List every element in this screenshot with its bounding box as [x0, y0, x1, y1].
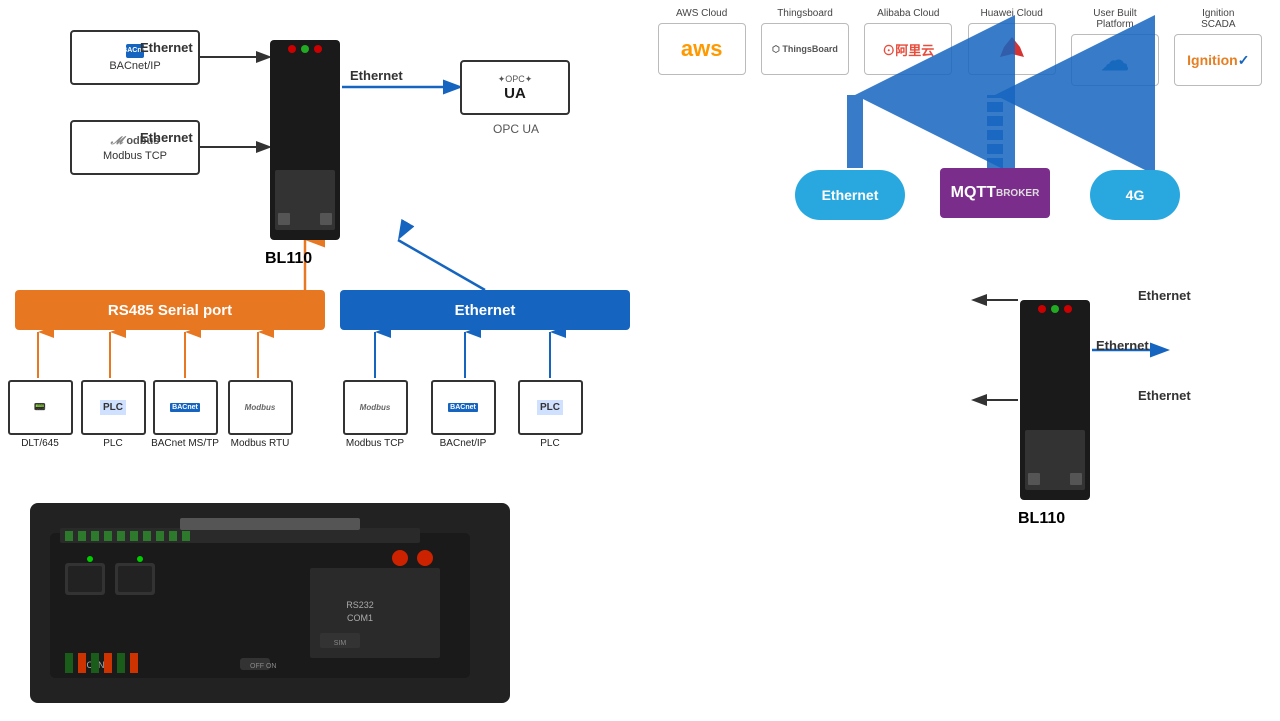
- left-diagram: BACnet BACnet/IP Ethernet 𝓜 odbus Modbus…: [0, 0, 640, 480]
- userbuilt-box: ☁: [1071, 34, 1159, 86]
- dlt-icon: 📟: [8, 380, 73, 435]
- bacnet-box: BACnet BACnet/IP: [70, 30, 200, 85]
- rs485-label: RS485 Serial port: [108, 302, 232, 319]
- huawei-svg: [992, 32, 1032, 67]
- ignition-logo: Ignition✓: [1187, 52, 1249, 69]
- device-photo: RS232 COM1 SIM DC IN OFF ON: [30, 503, 510, 703]
- bacnet-ip-icon: BACnet: [431, 380, 496, 435]
- mqtt-sub: BROKER: [996, 188, 1039, 199]
- modbus-tcp-label: Modbus TCP: [340, 438, 410, 449]
- device-photo-area: RS232 COM1 SIM DC IN OFF ON: [0, 490, 540, 715]
- bl110-label: BL110: [265, 250, 312, 268]
- ignition-box: Ignition✓: [1174, 34, 1262, 86]
- svg-text:OFF ON: OFF ON: [250, 663, 276, 670]
- ethernet-bar-label: Ethernet: [455, 302, 516, 319]
- thingsboard-logo: ⬡ ThingsBoard: [772, 44, 838, 55]
- eth-label-modbus: Ethernet: [140, 130, 193, 145]
- thingsboard-box: ⬡ ThingsBoard: [761, 23, 849, 75]
- eth-label-right-opcua: Ethernet: [1096, 338, 1149, 353]
- device-dlt: 📟 DLT/645: [5, 380, 75, 449]
- device-modbus-rtu: Modbus Modbus RTU: [225, 380, 295, 449]
- cloud-alibaba: Alibaba Cloud ⊙阿里云: [863, 8, 953, 75]
- left-half: BACnet BACnet/IP Ethernet 𝓜 odbus Modbus…: [0, 0, 640, 721]
- connector-green: [301, 45, 309, 53]
- svg-text:RS232: RS232: [346, 600, 374, 610]
- fourG-oval: 4G: [1090, 170, 1180, 220]
- cloud-thingsboard: Thingsboard ⬡ ThingsBoard: [760, 8, 850, 75]
- cloud-services-row: AWS Cloud aws Thingsboard ⬡ ThingsBoard …: [650, 8, 1270, 86]
- right-connector-red1: [1038, 305, 1046, 313]
- device-bacnet-ip: BACnet BACnet/IP: [428, 380, 498, 449]
- svg-text:COM1: COM1: [347, 613, 373, 623]
- opcua-box: ✦OPC✦ UA: [460, 60, 570, 115]
- modbus-sub-label: Modbus TCP: [103, 150, 167, 162]
- mqtt-box: MQTT BROKER: [940, 168, 1050, 218]
- plc1-label: PLC: [78, 438, 148, 449]
- aws-box: aws: [658, 23, 746, 75]
- modbus-rtu-icon: Modbus: [228, 380, 293, 435]
- opcua-logo-top: ✦OPC✦: [498, 74, 533, 85]
- huawei-box: [968, 23, 1056, 75]
- ignition-label: IgnitionSCADA: [1201, 8, 1235, 30]
- opcua-sub-label: OPC UA: [493, 122, 539, 136]
- device-bacnet-ms: BACnet BACnet MS/TP: [150, 380, 220, 449]
- alibaba-label: Alibaba Cloud: [877, 8, 939, 19]
- modbus-box: 𝓜 odbus Modbus TCP: [70, 120, 200, 175]
- alibaba-box: ⊙阿里云: [864, 23, 952, 75]
- modbus-rtu-label: Modbus RTU: [225, 438, 295, 449]
- bacnet-ms-icon: BACnet: [153, 380, 218, 435]
- fourG-label: 4G: [1126, 187, 1145, 203]
- modbus-tcp-icon: Modbus: [343, 380, 408, 435]
- eth-label-opcua: Ethernet: [350, 68, 403, 83]
- right-connector-red2: [1064, 305, 1072, 313]
- eth-label-bacnet: Ethernet: [140, 40, 193, 55]
- thingsboard-label: Thingsboard: [777, 8, 833, 19]
- svg-text:SIM: SIM: [334, 640, 347, 647]
- eth-label-right-modbus: Ethernet: [1138, 388, 1191, 403]
- cloud-userbuilt: User BuiltPlatform ☁: [1070, 8, 1160, 86]
- huawei-label: Huawei Cloud: [981, 8, 1043, 19]
- plc2-label: PLC: [515, 438, 585, 449]
- device-plc2: PLC PLC: [515, 380, 585, 449]
- bl110-right-label: BL110: [1018, 510, 1065, 528]
- userbuilt-icon: ☁: [1101, 44, 1129, 77]
- mqtt-label: MQTT: [951, 184, 996, 202]
- opcua-text: UA: [504, 85, 526, 102]
- ethernet-oval: Ethernet: [795, 170, 905, 220]
- bacnet-sub-label: BACnet/IP: [109, 60, 160, 72]
- rs485-bar: RS485 Serial port: [15, 290, 325, 330]
- dlt-label: DLT/645: [5, 438, 75, 449]
- eth-label-right-bacnet: Ethernet: [1138, 288, 1191, 303]
- bacnet-ms-label: BACnet MS/TP: [150, 438, 220, 449]
- cloud-aws: AWS Cloud aws: [657, 8, 747, 75]
- connector-red-1: [288, 45, 296, 53]
- device-plc1: PLC PLC: [78, 380, 148, 449]
- aws-logo: aws: [681, 36, 723, 62]
- alibaba-logo: ⊙阿里云: [882, 40, 934, 59]
- right-diagram: AWS Cloud aws Thingsboard ⬡ ThingsBoard …: [640, 0, 1280, 480]
- ethernet-bar: Ethernet: [340, 290, 630, 330]
- bl110-right-device: [1020, 300, 1090, 500]
- ethernet-oval-label: Ethernet: [822, 187, 879, 203]
- connector-red-2: [314, 45, 322, 53]
- cloud-ignition: IgnitionSCADA Ignition✓: [1173, 8, 1263, 86]
- right-connector-green: [1051, 305, 1059, 313]
- plc1-icon: PLC: [81, 380, 146, 435]
- cloud-huawei: Huawei Cloud: [967, 8, 1057, 75]
- bl110-device: [270, 40, 340, 240]
- device-modbus-tcp: Modbus Modbus TCP: [340, 380, 410, 449]
- userbuilt-label: User BuiltPlatform: [1093, 8, 1136, 30]
- bacnet-ip-label: BACnet/IP: [428, 438, 498, 449]
- right-half: AWS Cloud aws Thingsboard ⬡ ThingsBoard …: [640, 0, 1280, 721]
- plc2-icon: PLC: [518, 380, 583, 435]
- aws-label: AWS Cloud: [676, 8, 727, 19]
